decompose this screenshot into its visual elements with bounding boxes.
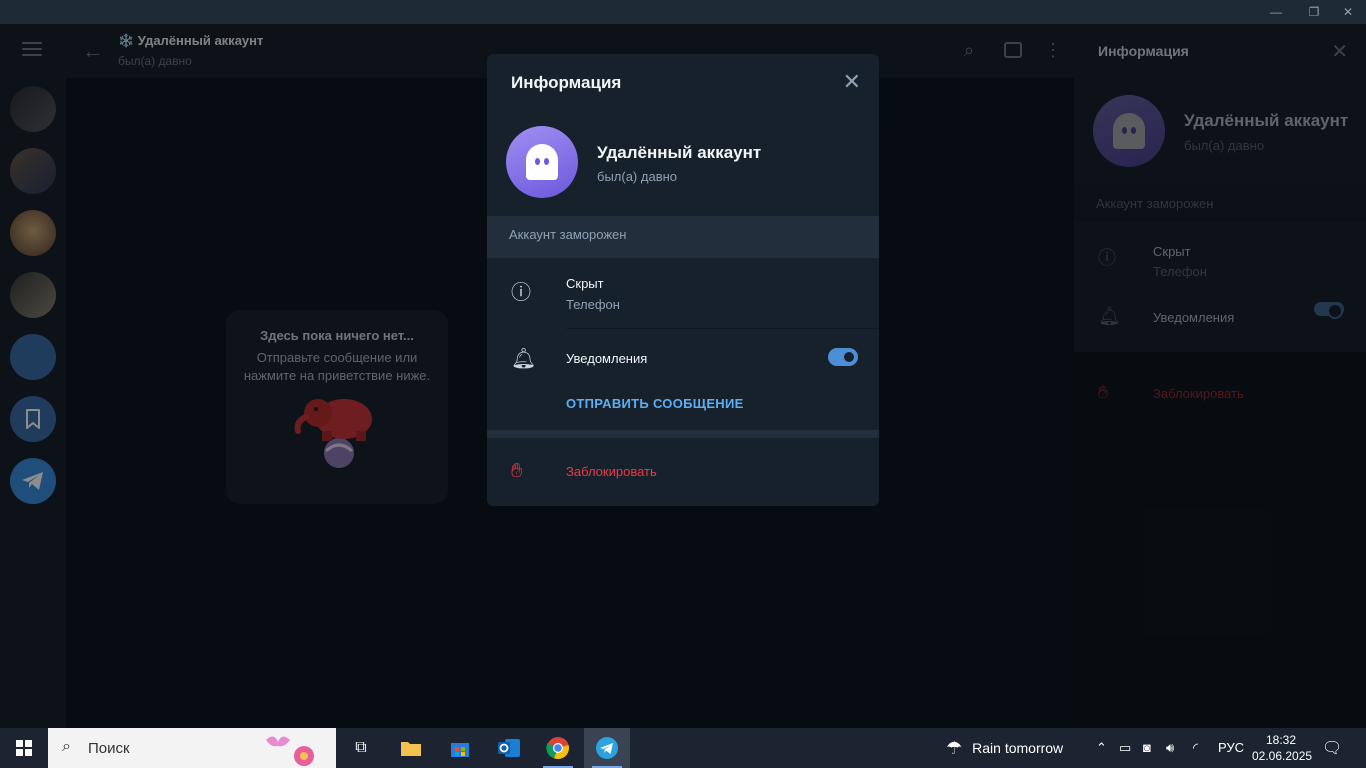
notifications-toggle[interactable] — [828, 348, 858, 366]
camera-icon[interactable]: ◙ — [1143, 740, 1151, 755]
clock-time: 18:32 — [1265, 733, 1297, 747]
windows-logo-icon — [16, 740, 32, 756]
clock[interactable]: 18:32 02.06.2025 — [1252, 732, 1313, 764]
folder-icon — [401, 742, 421, 756]
outlook-button[interactable] — [486, 728, 532, 768]
modal-profile-name: Удалённый аккаунт — [597, 143, 762, 162]
info-modal: Информация ✕ Удалённый аккаунт был(а) да… — [487, 54, 879, 506]
start-button[interactable] — [0, 728, 48, 768]
chrome-icon — [546, 737, 569, 760]
chevron-up-icon[interactable]: ⌃ — [1096, 740, 1107, 756]
block-button[interactable]: Заблокировать — [566, 464, 657, 479]
section-separator — [487, 430, 879, 438]
phone-value[interactable]: Скрыт — [566, 276, 604, 291]
search-placeholder: Поиск — [88, 740, 130, 757]
phone-label: Телефон — [566, 297, 620, 312]
weather-widget[interactable]: ☂ Rain tomorrow — [946, 728, 1063, 768]
notifications-label: Уведомления — [566, 351, 648, 366]
window-title-bar: — ❐ ✕ — [0, 0, 1366, 24]
weather-text: Rain tomorrow — [972, 740, 1064, 756]
modal-title: Информация — [511, 73, 622, 92]
telegram-taskbar-button[interactable] — [584, 728, 630, 768]
divider — [566, 328, 879, 329]
window-close-button[interactable]: ✕ — [1328, 0, 1366, 24]
notification-icon[interactable]: 🗨︎ — [1322, 738, 1342, 758]
task-view-button[interactable]: ⧉ — [338, 728, 384, 768]
chrome-button[interactable] — [535, 728, 581, 768]
store-button[interactable] — [437, 728, 483, 768]
language-indicator[interactable]: РУС — [1218, 740, 1244, 755]
search-icon: ⌕ — [62, 738, 71, 755]
wifi-icon[interactable]: ◜ — [1193, 740, 1198, 756]
send-message-button[interactable]: ОТПРАВИТЬ СООБЩЕНИЕ — [566, 396, 744, 411]
bell-icon: 🔔︎ — [511, 348, 537, 370]
telegram-icon — [596, 737, 618, 759]
info-icon: ⓘ — [511, 282, 531, 304]
ghost-avatar — [506, 126, 578, 198]
ghost-icon — [526, 144, 558, 180]
store-icon — [451, 743, 469, 757]
volume-icon[interactable]: 🔊︎ — [1166, 740, 1174, 756]
clock-date: 02.06.2025 — [1252, 749, 1313, 763]
frozen-banner: Аккаунт заморожен — [487, 216, 879, 258]
task-view-icon: ⧉ — [355, 739, 367, 756]
file-explorer-button[interactable] — [388, 728, 434, 768]
taskbar-search-input[interactable]: ⌕ Поиск — [48, 728, 336, 768]
modal-profile-status: был(а) давно — [597, 169, 678, 184]
stop-hand-icon: ✋︎ — [511, 460, 523, 482]
windows-taskbar: ⌕ Поиск ⧉ ☂ Rain tomorrow ⌃ ▭ ◙ 🔊︎ ◜ РУС… — [0, 728, 1366, 768]
umbrella-icon: ☂ — [946, 737, 963, 758]
outlook-icon — [498, 739, 520, 757]
battery-icon[interactable]: ▭ — [1119, 740, 1131, 756]
minimize-button[interactable]: — — [1256, 0, 1296, 24]
modal-close-icon[interactable]: ✕ — [843, 69, 861, 95]
search-highlight-butterfly-icon — [266, 736, 314, 766]
